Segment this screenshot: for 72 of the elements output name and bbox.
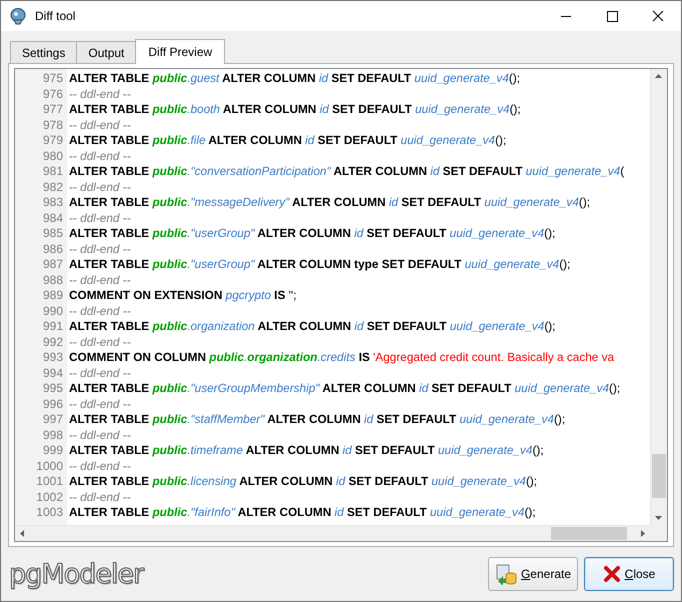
line-number: 999 (42, 443, 63, 458)
generate-button[interactable]: Generate (488, 557, 578, 591)
line-number: 981 (42, 164, 63, 180)
logo: pgModeler (9, 558, 144, 590)
code-line: ALTER TABLE public.guest ALTER COLUMN id SET DEFAULT uuid_generate_v4(); (69, 71, 522, 86)
line-number: 983 (42, 195, 63, 210)
code-line: -- ddl-end -- (69, 180, 132, 195)
line-number: 992 (42, 334, 63, 350)
code-line: -- ddl-end -- (69, 118, 132, 133)
code-line: -- ddl-end -- (69, 458, 132, 474)
vertical-scrollbar[interactable] (650, 69, 667, 525)
code-line: -- ddl-end -- (69, 428, 132, 443)
code-line: -- ddl-end -- (69, 334, 132, 350)
line-number: 977 (42, 102, 63, 118)
line-number: 978 (42, 118, 63, 133)
line-number: 990 (42, 304, 63, 319)
line-number: 994 (42, 366, 63, 381)
line-number: 975 (42, 71, 63, 86)
line-number: 988 (42, 272, 63, 288)
line-number: 989 (42, 288, 63, 304)
code-line: -- ddl-end -- (69, 396, 132, 412)
line-number: 986 (42, 242, 63, 257)
line-number: 982 (42, 180, 63, 195)
code-line: ALTER TABLE public."userGroup" ALTER COLUMN id SET DEFAULT uuid_generate_v4(); (69, 226, 556, 242)
line-number: 985 (42, 226, 63, 242)
code-line: ALTER TABLE public.organization ALTER COLUMN id SET DEFAULT uuid_generate_v4(); (69, 319, 556, 334)
code-line: -- ddl-end -- (69, 148, 132, 164)
code-line: -- ddl-end -- (69, 242, 132, 257)
code-line: -- ddl-end -- (69, 86, 132, 102)
code-line: -- ddl-end -- (69, 210, 132, 226)
code-line: ALTER TABLE public.timeframe ALTER COLUMN id SET DEFAULT uuid_generate_v4(); (69, 443, 545, 458)
line-number: 998 (42, 428, 63, 443)
line-number: 995 (42, 381, 63, 396)
code-line: COMMENT ON EXTENSION pgcrypto IS ''; (69, 288, 298, 304)
line-number: 984 (42, 210, 63, 226)
scrollbar-thumb[interactable] (551, 527, 627, 540)
code-line: ALTER TABLE public.file ALTER COLUMN id SET DEFAULT uuid_generate_v4(); (69, 133, 508, 148)
code-line: -- ddl-end -- (69, 490, 132, 505)
code-line: ALTER TABLE public."userGroup" ALTER COLUMN type SET DEFAULT uuid_generate_v4(); (69, 257, 572, 272)
line-number: 1000 (36, 458, 63, 474)
code-line: ALTER TABLE public."staffMember" ALTER COLUMN id SET DEFAULT uuid_generate_v4(); (69, 412, 566, 428)
code-line: ALTER TABLE public."fairInfo" ALTER COLUMN id SET DEFAULT uuid_generate_v4(); (69, 505, 537, 520)
scrollbar-thumb[interactable] (652, 454, 666, 498)
line-number: 1003 (36, 505, 63, 520)
code-line: COMMENT ON COLUMN public.organization.credits IS 'Aggregated credit count. Basically a cache va (69, 350, 616, 366)
line-number: 991 (42, 319, 63, 334)
window-title: Diff tool (35, 9, 76, 23)
app-icon (9, 7, 27, 25)
code-line: ALTER TABLE public."userGroupMembership" ALTER COLUMN id SET DEFAULT uuid_generate_v4(); (69, 381, 622, 396)
line-number: 987 (42, 257, 63, 272)
line-number: 979 (42, 133, 63, 148)
code-line: -- ddl-end -- (69, 366, 132, 381)
code-line: ALTER TABLE public.booth ALTER COLUMN id SET DEFAULT uuid_generate_v4(); (69, 102, 522, 118)
line-number: 993 (42, 350, 63, 366)
horizontal-scrollbar[interactable] (15, 525, 650, 541)
tab[interactable]: Settings (10, 41, 78, 63)
code-line: ALTER TABLE public."messageDelivery" ALTER COLUMN id SET DEFAULT uuid_generate_v4(); (69, 195, 592, 210)
line-number: 1001 (36, 474, 63, 490)
code-line: -- ddl-end -- (69, 304, 132, 319)
code-line: -- ddl-end -- (69, 272, 132, 288)
line-number: 976 (42, 86, 63, 102)
line-number: 1002 (36, 490, 63, 505)
line-number: 996 (42, 396, 63, 412)
code-line: ALTER TABLE public.licensing ALTER COLUMN id SET DEFAULT uuid_generate_v4(); (69, 474, 538, 490)
line-number: 997 (42, 412, 63, 428)
code-line: ALTER TABLE public."conversationParticipation" ALTER COLUMN id SET DEFAULT uuid_generate_v4( (69, 164, 626, 180)
line-number: 980 (42, 148, 63, 164)
close-button[interactable]: Close (584, 557, 674, 591)
database-icon (495, 563, 517, 585)
tab[interactable]: Diff Preview (135, 39, 226, 64)
cross-icon (602, 565, 621, 583)
tab[interactable]: Output (76, 41, 136, 63)
